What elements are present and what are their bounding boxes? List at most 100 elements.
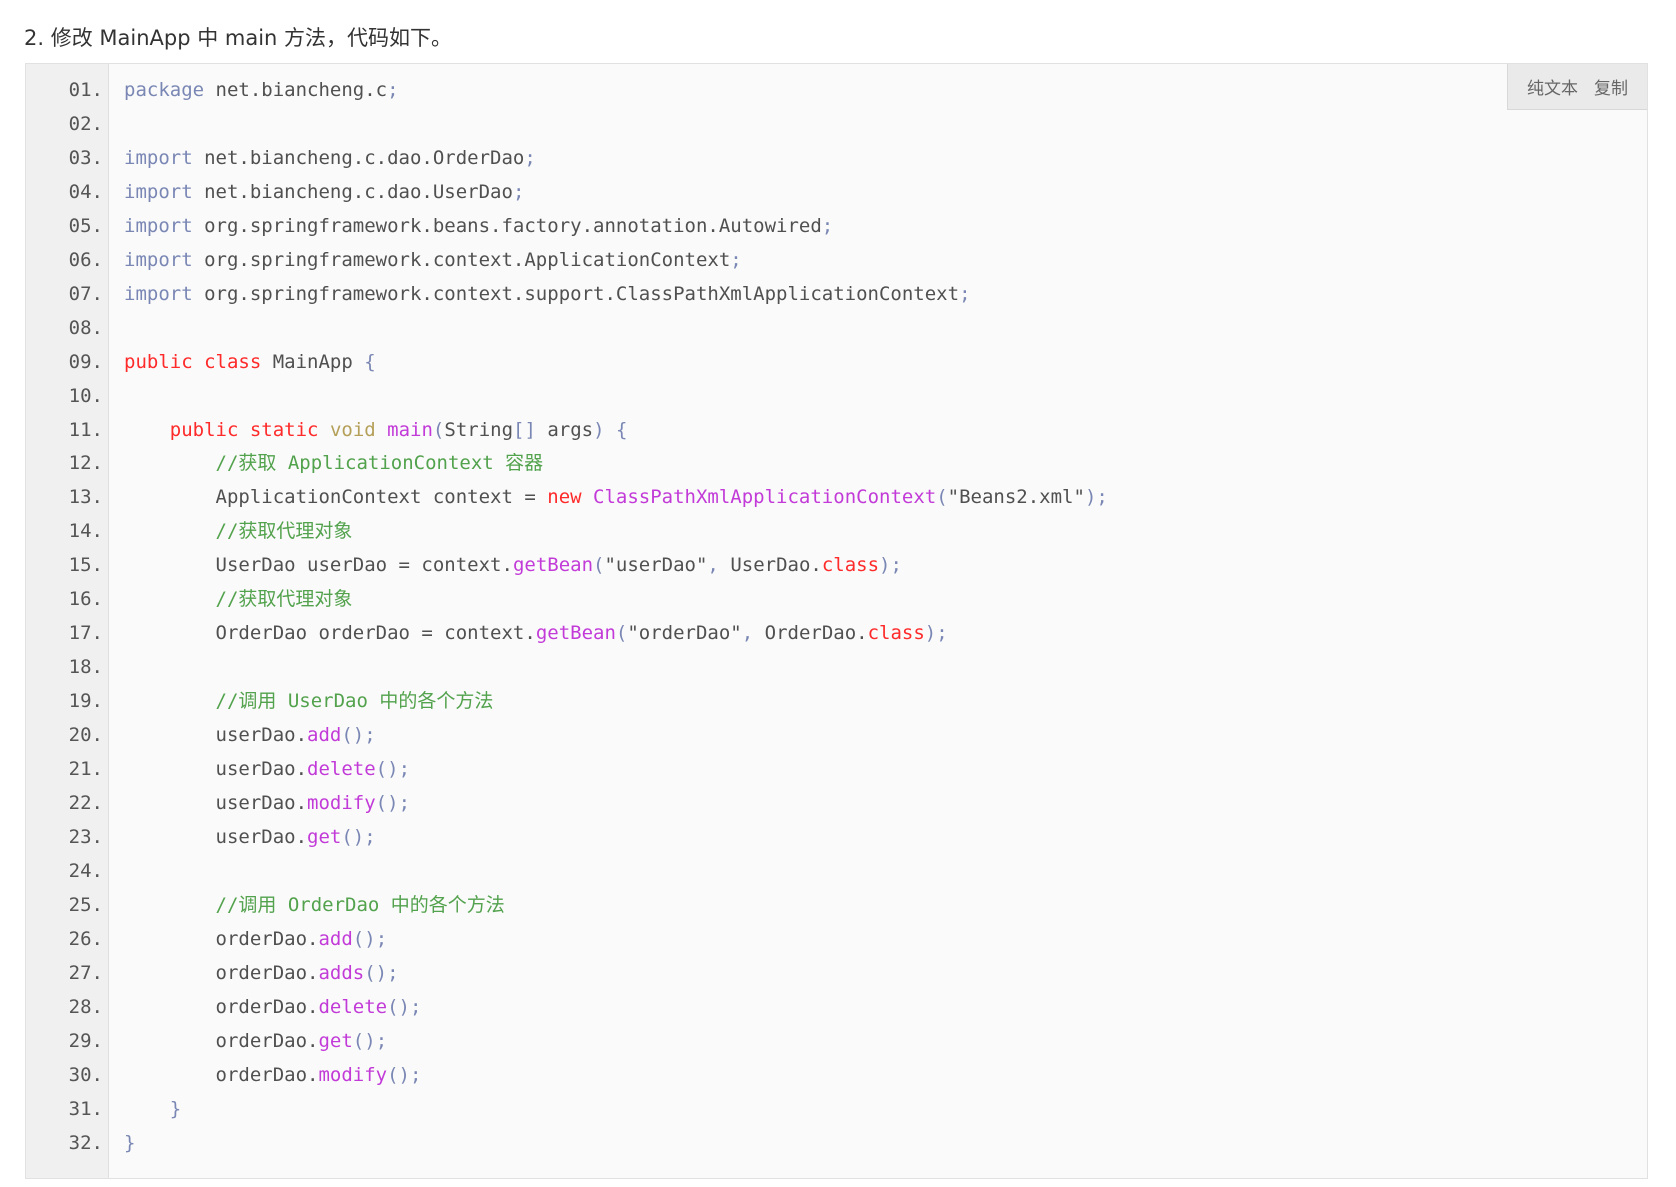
code-punctuation: ; (375, 927, 388, 950)
line-number: 17. (68, 622, 103, 645)
line-number: 09. (68, 350, 103, 373)
code-content: UserDao userDao = context.getBean("userD… (124, 549, 902, 583)
line-number: 29. (68, 1029, 103, 1052)
code-punctuation: [] (513, 418, 536, 441)
code-line: 25. //调用 OrderDao 中的各个方法 (26, 889, 1647, 923)
line-number: 21. (68, 758, 103, 781)
code-punctuation: ) (1084, 486, 1097, 509)
code-content: import org.springframework.beans.factory… (124, 210, 833, 244)
code-text: orderDao. (124, 1029, 319, 1052)
code-lines: 01. package net.biancheng.c; 02. 03. import … (26, 74, 1647, 1161)
code-method: ClassPathXmlApplicationContext (593, 486, 937, 509)
code-text: userDao. (124, 825, 308, 848)
code-line: 29. orderDao.get(); (26, 1025, 1647, 1059)
code-punctuation: } (169, 1097, 182, 1120)
code-text: orderDao. (124, 1063, 319, 1086)
code-punctuation: , (741, 622, 754, 645)
code-punctuation: () (375, 758, 399, 781)
line-number: 01. (68, 79, 103, 101)
code-line: 19. //调用 UserDao 中的各个方法 (26, 685, 1647, 719)
code-line: 04. import net.biancheng.c.dao.UserDao; (26, 176, 1647, 210)
line-number: 16. (68, 588, 103, 611)
code-punctuation: () (364, 961, 388, 984)
line-number: 25. (68, 893, 103, 916)
code-line: 08. (26, 312, 1647, 346)
code-line: 16. //获取代理对象 (26, 583, 1647, 617)
code-method: getBean (512, 554, 594, 577)
code-punctuation: () (352, 1029, 376, 1052)
code-content: //获取 ApplicationContext 容器 (124, 447, 544, 481)
code-punctuation: ( (432, 418, 445, 441)
plain-text-button[interactable]: 纯文本 (1527, 74, 1578, 99)
line-number: 14. (68, 520, 103, 543)
code-line: 02. (26, 108, 1647, 142)
code-punctuation: ; (730, 248, 742, 271)
code-text: OrderDao orderDao = context. (124, 622, 536, 645)
code-text: org.springframework.context.support.Clas… (192, 282, 960, 305)
line-number: 23. (68, 825, 103, 848)
code-punctuation: () (341, 724, 365, 747)
code-punctuation: ; (398, 792, 411, 815)
code-punctuation: ; (364, 724, 376, 747)
code-text: userDao. (124, 792, 308, 815)
code-punctuation: ; (821, 214, 834, 237)
code-method: delete (318, 995, 388, 1018)
code-keyword: package (124, 79, 205, 101)
code-line: 11. public static void main(String[] arg… (26, 414, 1647, 448)
code-punctuation: ; (410, 1063, 422, 1086)
line-number: 26. (68, 927, 103, 950)
code-punctuation: () (375, 792, 399, 815)
code-punctuation: ; (890, 554, 902, 577)
code-content: } (124, 1093, 181, 1127)
code-comment: //获取代理对象 (215, 588, 353, 611)
line-number: 04. (68, 180, 103, 203)
code-line: 15. UserDao userDao = context.getBean("u… (26, 549, 1647, 583)
code-content: orderDao.add(); (124, 923, 388, 957)
code-text: userDao. (124, 724, 308, 747)
code-string: "Beans2.xml" (947, 486, 1085, 509)
line-number: 15. (68, 554, 103, 577)
code-method: getBean (535, 622, 616, 645)
code-keyword: public static (169, 418, 319, 441)
code-line: 06. import org.springframework.context.Ap… (26, 244, 1647, 278)
code-keyword: public class (124, 350, 262, 373)
code-line: 03. import net.biancheng.c.dao.OrderDao; (26, 142, 1647, 176)
code-content: //获取代理对象 (124, 583, 353, 617)
code-punctuation: ( (593, 554, 605, 577)
code-content: //调用 UserDao 中的各个方法 (124, 685, 494, 719)
line-number: 03. (68, 146, 103, 169)
code-line: 18. (26, 651, 1647, 685)
code-punctuation: ; (387, 79, 399, 101)
code-line: 31. } (26, 1093, 1647, 1127)
code-content: import net.biancheng.c.dao.OrderDao; (124, 142, 536, 176)
code-punctuation: ) (924, 622, 937, 645)
code-line: 28. orderDao.delete(); (26, 991, 1647, 1025)
code-punctuation: { (364, 350, 376, 373)
code-content: orderDao.adds(); (124, 957, 399, 991)
code-text: String (444, 418, 514, 441)
code-line: 13. ApplicationContext context = new Cla… (26, 481, 1647, 515)
code-comment: //调用 UserDao 中的各个方法 (215, 690, 494, 713)
line-number: 27. (68, 961, 103, 984)
code-content: package net.biancheng.c; (124, 74, 399, 108)
code-line: 05. import org.springframework.beans.fact… (26, 210, 1647, 244)
code-keyword: import (124, 146, 193, 169)
code-line: 20. userDao.add(); (26, 719, 1647, 753)
code-text: net.biancheng.c.dao.OrderDao (192, 146, 525, 169)
code-punctuation: ; (387, 961, 399, 984)
copy-button[interactable]: 复制 (1594, 74, 1628, 99)
code-line: 17. OrderDao orderDao = context.getBean(… (26, 617, 1647, 651)
code-string: "orderDao" (627, 622, 742, 645)
code-method: delete (307, 758, 376, 781)
code-punctuation: ; (524, 146, 536, 169)
code-text: net.biancheng.c.dao.UserDao (192, 180, 513, 203)
code-punctuation: } (124, 1131, 136, 1154)
code-toolbar: 纯文本 复制 (1507, 64, 1647, 110)
line-number: 05. (68, 214, 103, 237)
code-line: 27. orderDao.adds(); (26, 957, 1647, 991)
line-number: 22. (68, 792, 103, 815)
line-number: 08. (68, 316, 103, 339)
